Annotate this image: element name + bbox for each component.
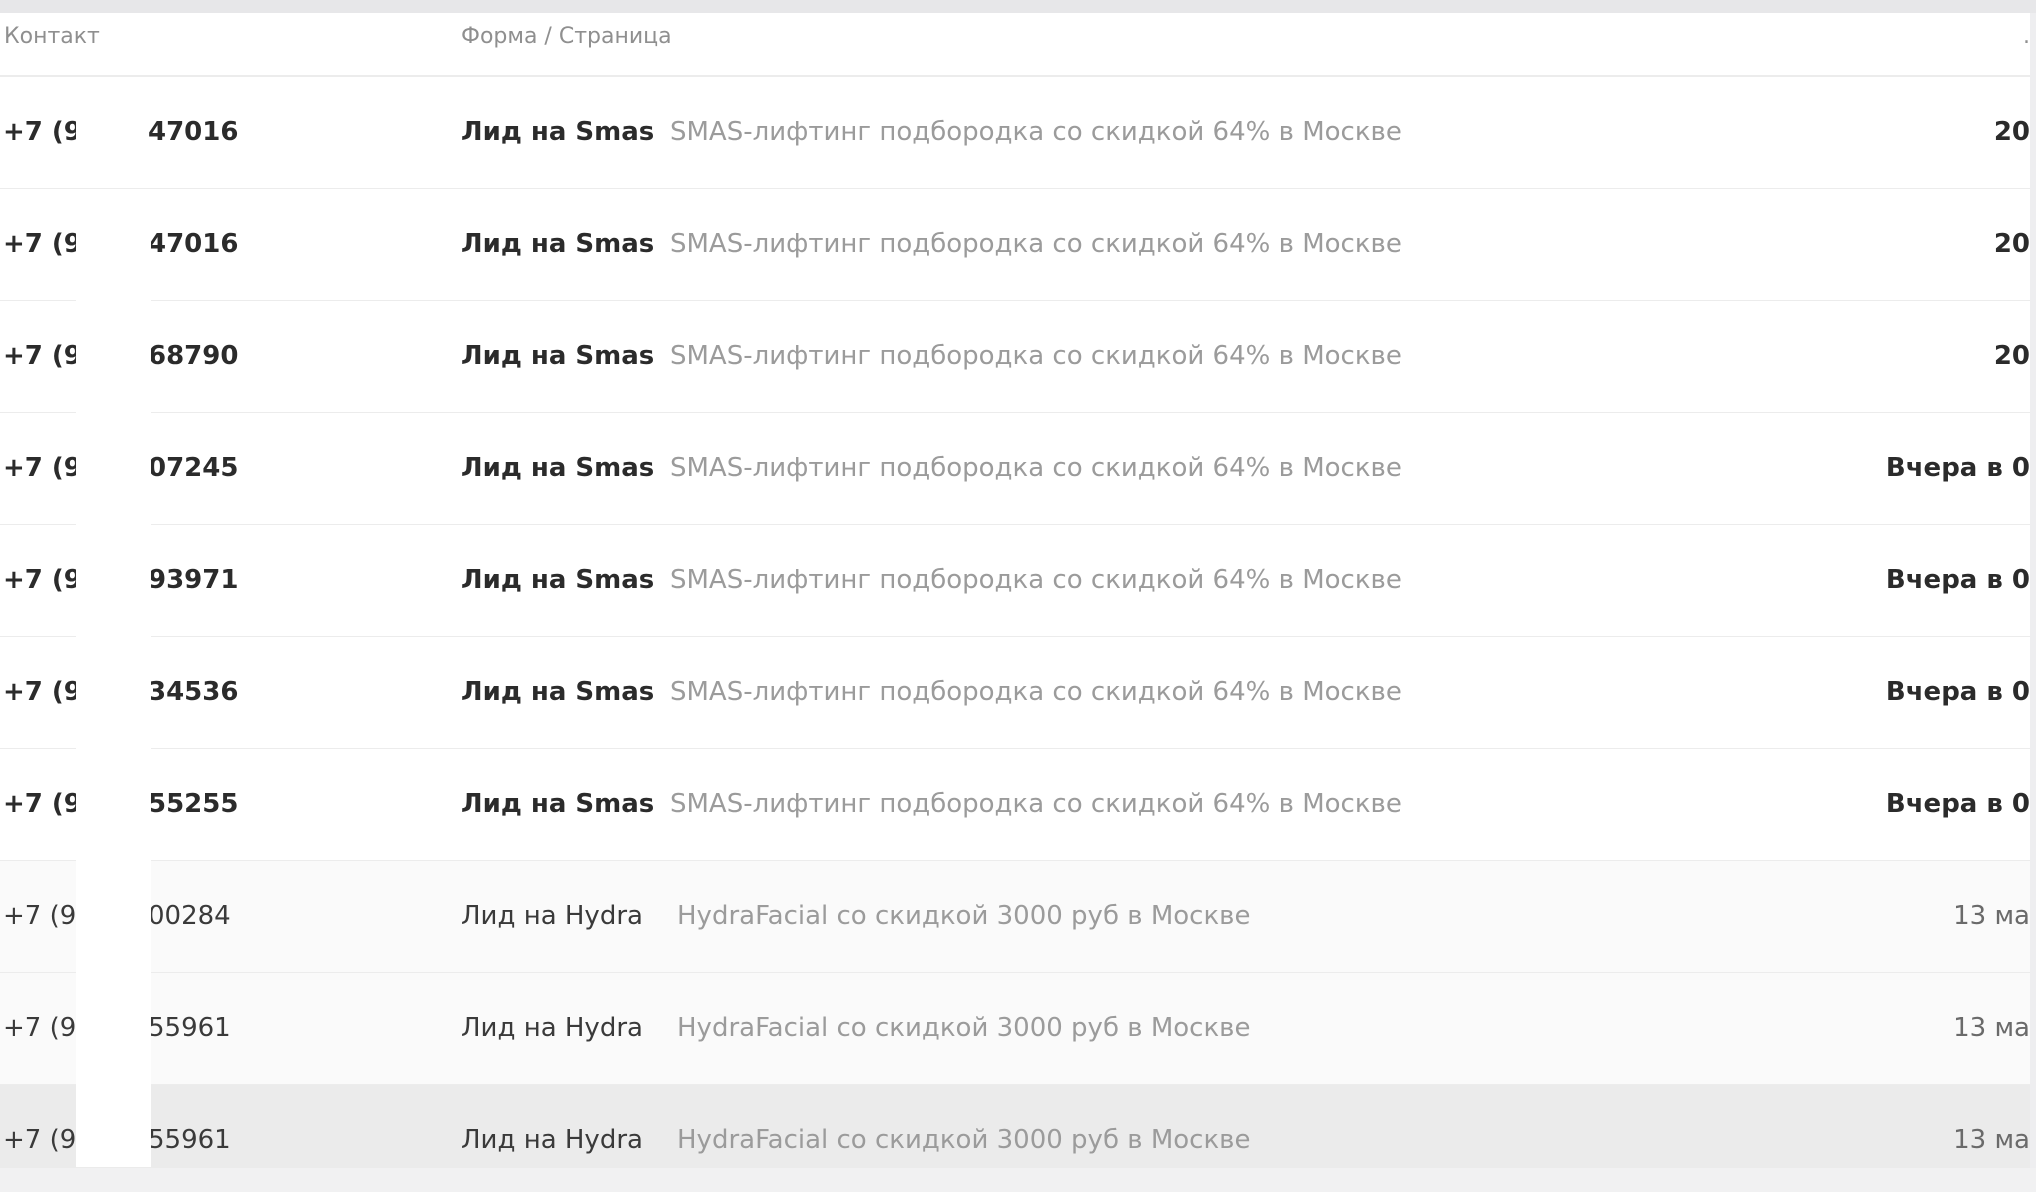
- table-row[interactable]: +7 (90 55961 Лид на Hydra HydraFacial со…: [0, 973, 2030, 1085]
- redaction-mask: [76, 206, 151, 1167]
- page-name: HydraFacial со скидкой 3000 руб в Москве: [677, 901, 1251, 931]
- page-name: SMAS-лифтинг подбородка со скидкой 64% в…: [670, 677, 1402, 707]
- lead-date: 20: [1993, 117, 2030, 147]
- contact-phone-start: +7 (90: [3, 1013, 76, 1043]
- contact-phone-start: +7 (90: [3, 677, 76, 707]
- lead-date: Вчера в 0: [1885, 565, 2030, 595]
- column-header-date[interactable]: .: [2023, 24, 2030, 49]
- form-name: Лид на Smas: [461, 229, 655, 259]
- table-row[interactable]: +7 (90 34536 Лид на Smas SMAS-лифтинг по…: [0, 637, 2030, 749]
- form-name: Лид на Smas: [461, 341, 655, 371]
- contact-phone-start: +7 (91: [3, 117, 76, 147]
- contact-phone-start: +7 (98: [3, 901, 76, 931]
- contact-phone-end: 34536: [148, 677, 239, 707]
- column-header-form-page[interactable]: Форма / Страница: [461, 24, 672, 49]
- contact-phone-start: +7 (91: [3, 789, 76, 819]
- contact-phone-end: 55961: [148, 1125, 231, 1155]
- contact-phone-end: 47016: [148, 229, 239, 259]
- page-name: SMAS-лифтинг подбородка со скидкой 64% в…: [670, 565, 1402, 595]
- form-name: Лид на Hydra: [461, 901, 643, 931]
- contact-phone-start: +7 (90: [3, 565, 76, 595]
- lead-date: Вчера в 0: [1885, 677, 2030, 707]
- column-header-contact[interactable]: Контакт: [4, 24, 100, 49]
- page-name: SMAS-лифтинг подбородка со скидкой 64% в…: [670, 117, 1402, 147]
- table-row[interactable]: +7 (90 93971 Лид на Smas SMAS-лифтинг по…: [0, 525, 2030, 637]
- contact-phone-end: 55961: [148, 1013, 231, 1043]
- form-name: Лид на Smas: [461, 453, 655, 483]
- form-name: Лид на Smas: [461, 677, 655, 707]
- contact-phone-start: +7 (91: [3, 229, 76, 259]
- contact-phone-end: 47016: [148, 117, 239, 147]
- contact-phone-start: +7 (92: [3, 341, 76, 371]
- page-name: HydraFacial со скидкой 3000 руб в Москве: [677, 1013, 1251, 1043]
- form-name: Лид на Smas: [461, 789, 655, 819]
- contact-phone-start: +7 (90: [3, 1125, 76, 1155]
- contact-phone-start: +7 (91: [3, 453, 76, 483]
- contact-phone-end: 00284: [148, 901, 231, 931]
- contact-phone-end: 55255: [148, 789, 239, 819]
- table-row[interactable]: +7 (92 68790 Лид на Smas SMAS-лифтинг по…: [0, 301, 2030, 413]
- page-name: HydraFacial со скидкой 3000 руб в Москве: [677, 1125, 1251, 1155]
- contact-phone-end: 07245: [148, 453, 239, 483]
- table-row[interactable]: +7 (91 07245 Лид на Smas SMAS-лифтинг по…: [0, 413, 2030, 525]
- lead-date: Вчера в 0: [1885, 789, 2030, 819]
- page-name: SMAS-лифтинг подбородка со скидкой 64% в…: [670, 453, 1402, 483]
- lead-date: 20: [1993, 341, 2030, 371]
- bottom-bar: [0, 1168, 2036, 1192]
- form-name: Лид на Hydra: [461, 1125, 643, 1155]
- contact-phone-end: 93971: [148, 565, 239, 595]
- form-name: Лид на Hydra: [461, 1013, 643, 1043]
- table-row[interactable]: +7 (90 55961 Лид на Hydra HydraFacial со…: [0, 1085, 2030, 1168]
- table-header: Контакт Форма / Страница .: [0, 13, 2030, 77]
- lead-date: 20: [1993, 229, 2030, 259]
- lead-date: 13 ма: [1953, 901, 2030, 931]
- form-name: Лид на Smas: [461, 565, 655, 595]
- lead-date: 13 ма: [1953, 1013, 2030, 1043]
- table-row[interactable]: +7 (91 47016 Лид на Smas SMAS-лифтинг по…: [0, 77, 2030, 189]
- page-name: SMAS-лифтинг подбородка со скидкой 64% в…: [670, 789, 1402, 819]
- table-row[interactable]: +7 (98 00284 Лид на Hydra HydraFacial со…: [0, 861, 2030, 973]
- form-name: Лид на Smas: [461, 117, 655, 147]
- lead-date: 13 ма: [1953, 1125, 2030, 1155]
- top-bar: [0, 0, 2036, 13]
- table-row[interactable]: +7 (91 47016 Лид на Smas SMAS-лифтинг по…: [0, 189, 2030, 301]
- contact-phone-end: 68790: [148, 341, 239, 371]
- lead-date: Вчера в 0: [1885, 453, 2030, 483]
- scrollbar-track[interactable]: [2030, 13, 2036, 1181]
- page-name: SMAS-лифтинг подбородка со скидкой 64% в…: [670, 229, 1402, 259]
- page-name: SMAS-лифтинг подбородка со скидкой 64% в…: [670, 341, 1402, 371]
- table-row[interactable]: +7 (91 55255 Лид на Smas SMAS-лифтинг по…: [0, 749, 2030, 861]
- leads-table: Контакт Форма / Страница . +7 (91 47016 …: [0, 13, 2030, 1168]
